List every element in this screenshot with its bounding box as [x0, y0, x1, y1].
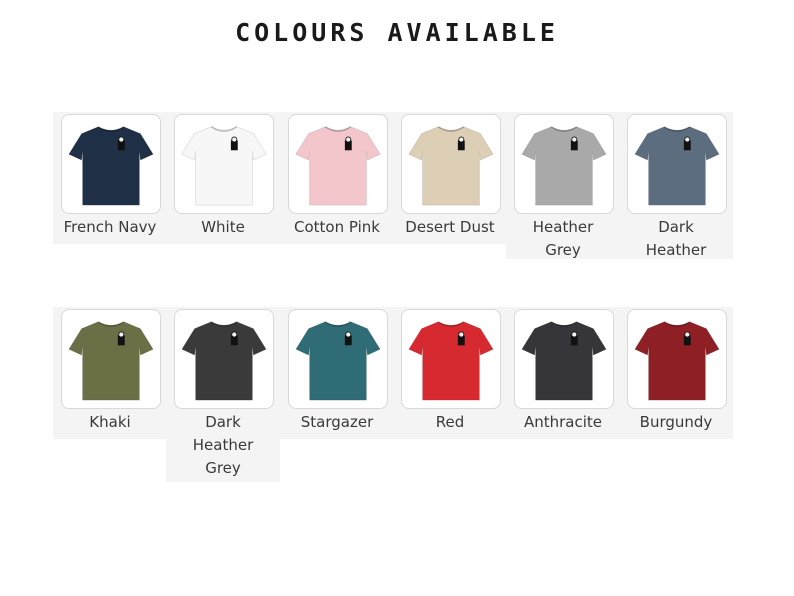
tshirt-image: [61, 114, 161, 214]
tshirt-image: [401, 114, 501, 214]
tshirt-icon: [68, 321, 154, 401]
tshirt-icon: [295, 126, 381, 206]
colour-name: Khaki: [89, 413, 131, 431]
tshirt-image: [627, 309, 727, 409]
chest-logo-icon: [457, 331, 465, 346]
chest-logo-icon: [683, 136, 691, 151]
colour-name: White: [201, 218, 245, 236]
colour-swatch: Cotton Pink: [280, 112, 394, 244]
colour-swatch: White: [166, 112, 280, 244]
chest-logo-icon: [570, 136, 578, 151]
colour-name: Desert Dust: [405, 218, 495, 236]
tshirt-icon: [295, 321, 381, 401]
colour-name: Stargazer: [300, 413, 374, 431]
chest-logo-icon: [230, 136, 238, 151]
tshirt-icon: [68, 126, 154, 206]
chest-logo-icon: [570, 331, 578, 346]
tshirt-image: [174, 114, 274, 214]
colour-swatch: Khaki: [53, 307, 167, 439]
chest-logo-icon: [117, 331, 125, 346]
chest-logo-icon: [344, 136, 352, 151]
tshirt-image: [288, 114, 388, 214]
colour-swatch: Stargazer: [280, 307, 394, 439]
colour-swatch: Anthracite: [506, 307, 620, 439]
tshirt-icon: [521, 126, 607, 206]
colour-name: Burgundy: [639, 413, 713, 431]
tshirt-image: [627, 114, 727, 214]
chest-logo-icon: [344, 331, 352, 346]
tshirt-icon: [634, 321, 720, 401]
colour-name: Cotton Pink: [294, 218, 380, 236]
tshirt-image: [401, 309, 501, 409]
colour-swatch: Dark Heather: [619, 112, 733, 259]
colour-name: Heather Grey: [532, 218, 594, 259]
colour-name: Dark Heather Grey: [192, 413, 254, 477]
tshirt-icon: [634, 126, 720, 206]
colour-swatch: Burgundy: [619, 307, 733, 439]
colour-swatch: French Navy: [53, 112, 167, 244]
tshirt-image: [61, 309, 161, 409]
tshirt-image: [514, 309, 614, 409]
colour-name: Anthracite: [523, 413, 603, 431]
colour-swatch: Desert Dust: [393, 112, 507, 244]
colour-swatch: Red: [393, 307, 507, 439]
chest-logo-icon: [683, 331, 691, 346]
tshirt-image: [288, 309, 388, 409]
colour-swatch: Heather Grey: [506, 112, 620, 259]
colour-name: Red: [435, 413, 465, 431]
colour-name: French Navy: [63, 218, 157, 236]
tshirt-icon: [181, 126, 267, 206]
page-title: COLOURS AVAILABLE: [235, 18, 559, 47]
tshirt-image: [174, 309, 274, 409]
colour-name: Dark Heather: [645, 218, 707, 259]
tshirt-icon: [408, 321, 494, 401]
chest-logo-icon: [457, 136, 465, 151]
tshirt-icon: [521, 321, 607, 401]
colour-swatch: Dark Heather Grey: [166, 307, 280, 482]
tshirt-image: [514, 114, 614, 214]
chest-logo-icon: [230, 331, 238, 346]
chest-logo-icon: [117, 136, 125, 151]
tshirt-icon: [181, 321, 267, 401]
tshirt-icon: [408, 126, 494, 206]
